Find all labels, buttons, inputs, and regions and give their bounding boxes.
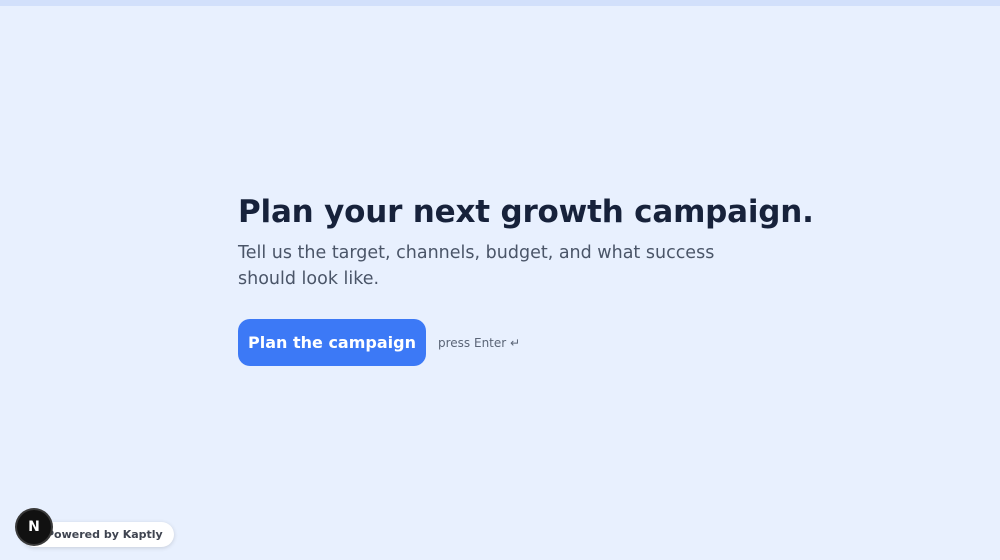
enter-key-hint: press Enter ↵ bbox=[438, 335, 521, 350]
plan-campaign-button[interactable]: Plan the campaign bbox=[238, 319, 426, 366]
page-title: Plan your next growth campaign. bbox=[238, 194, 814, 230]
n-logo-icon[interactable]: N bbox=[17, 510, 51, 544]
hero-section: Plan your next growth campaign. Tell us … bbox=[238, 190, 814, 366]
logo-letter: N bbox=[28, 519, 40, 535]
powered-by-label: Powered by Kaptly bbox=[46, 528, 163, 541]
top-accent-bar bbox=[0, 0, 1000, 6]
page-subtitle: Tell us the target, channels, budget, an… bbox=[238, 243, 715, 289]
action-row: Plan the campaign press Enter ↵ bbox=[238, 319, 758, 366]
